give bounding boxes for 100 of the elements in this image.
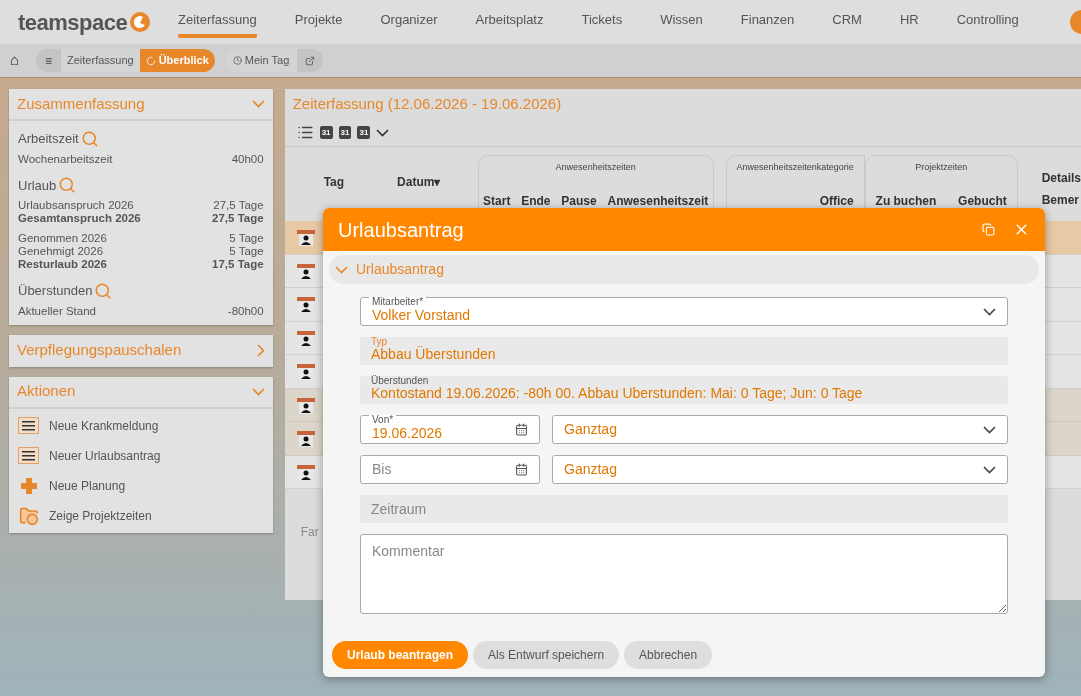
comment-field[interactable]: Kommentar xyxy=(360,534,1008,614)
action-item[interactable]: Neue Krankmeldung xyxy=(9,410,273,441)
select-field[interactable]: Ganztag xyxy=(552,455,1008,484)
logo-text: teamspace xyxy=(18,8,128,37)
chevron-down-icon[interactable] xyxy=(983,465,996,474)
column-header[interactable]: Anwesenheitszeit xyxy=(607,191,709,210)
group-title: Projektzeiten xyxy=(914,161,969,174)
summary-label: Urlaubsanspruch 2026 xyxy=(18,199,134,212)
column-header[interactable]: Office xyxy=(819,191,854,210)
calendar-person-icon xyxy=(296,261,315,280)
search-icon[interactable] xyxy=(58,176,77,195)
field-value: Abbau Überstunden xyxy=(371,346,496,362)
summary-value: 5 Tage xyxy=(229,232,264,245)
action-label[interactable]: Zeige Projektzeiten xyxy=(49,506,152,525)
chevron-down-icon[interactable] xyxy=(983,425,996,434)
summary-value: -80h00 xyxy=(227,304,264,318)
nav-tab[interactable]: HR xyxy=(899,6,919,38)
calendar-person-icon xyxy=(296,362,315,381)
summary-value: 27,5 Tage xyxy=(213,199,264,212)
field-value: Kontostand 19.06.2026: -80h 00. Abbau Uberstunden: Mai: 0 Tage; Jun: 0 Tage xyxy=(371,385,863,401)
calendar-view-button[interactable]: 31 xyxy=(319,126,333,139)
action-item[interactable]: Neue Planung xyxy=(9,470,273,501)
summary-value: 17,5 Tage xyxy=(212,258,264,271)
restore-icon[interactable] xyxy=(982,223,995,236)
calendar-person-icon xyxy=(296,228,315,247)
group-title: Urlaub xyxy=(18,176,57,195)
column-header[interactable]: Start xyxy=(483,191,511,210)
group-title: Anwesenheitszeiten xyxy=(554,161,637,174)
chevron-down-icon[interactable] xyxy=(983,307,996,316)
field-label: Überstunden xyxy=(371,376,429,386)
search-icon[interactable] xyxy=(94,281,113,300)
calendar-person-icon xyxy=(296,328,315,347)
logo-icon xyxy=(130,12,151,32)
date-placeholder: Bis xyxy=(372,460,393,479)
column-header[interactable]: Ende xyxy=(521,191,551,210)
group-title: Überstunden xyxy=(18,282,93,300)
my-day-button[interactable]: Mein Tag xyxy=(224,49,298,72)
column-header[interactable]: Tag xyxy=(323,173,345,191)
select-value: Volker Vorstand xyxy=(372,306,471,323)
calendar-view-button[interactable]: 31 xyxy=(338,126,352,139)
summary-label: Resturlaub 2026 xyxy=(18,258,107,271)
group-title: Arbeitszeit xyxy=(18,130,79,148)
column-header[interactable]: Bemer xyxy=(1041,191,1081,209)
list-view-icon[interactable] xyxy=(296,124,314,141)
select-field[interactable]: Ganztag xyxy=(552,415,1008,444)
form-icon xyxy=(18,447,39,464)
summary-label: Genehmigt 2026 xyxy=(18,245,104,258)
form-icon xyxy=(18,417,39,434)
column-header[interactable]: Datum▾ xyxy=(397,173,441,191)
summary-value: 5 Tage xyxy=(229,245,264,258)
nav-tab[interactable]: Organizer xyxy=(380,6,438,38)
home-button[interactable]: ⌂ xyxy=(10,49,26,72)
chevron-down-icon[interactable] xyxy=(376,128,390,137)
select-field[interactable]: Mitarbeiter* Volker Vorstand xyxy=(360,297,1008,326)
summary-label: Aktueller Stand xyxy=(18,304,96,318)
dialog-title: Urlaubsantrag xyxy=(338,217,464,243)
menu-button[interactable]: ≡ xyxy=(36,51,61,70)
search-icon[interactable] xyxy=(80,129,99,148)
nav-tab[interactable]: Controlling xyxy=(956,6,1019,38)
chevron-right-icon[interactable] xyxy=(256,344,265,357)
nav-tab[interactable]: Wissen xyxy=(660,6,703,38)
calendar-icon[interactable] xyxy=(515,423,528,436)
action-item[interactable]: Zeige Projektzeiten xyxy=(9,500,273,531)
nav-tab[interactable]: CRM xyxy=(832,6,862,38)
dialog-button[interactable]: Als Entwurf speichern xyxy=(473,641,620,669)
column-header[interactable]: Gebucht xyxy=(958,191,1007,210)
summary-value: 40h00 xyxy=(231,152,264,166)
action-item[interactable]: Neuer Urlaubsantrag xyxy=(9,440,273,471)
summary-value: 27,5 Tage xyxy=(212,212,264,225)
action-label[interactable]: Neuer Urlaubsantrag xyxy=(49,446,161,465)
external-link-icon xyxy=(305,55,316,66)
calendar-person-icon xyxy=(296,429,315,448)
column-header[interactable]: Details xyxy=(1041,169,1081,187)
view-tab[interactable]: Zeiterfassung xyxy=(61,49,140,72)
action-label[interactable]: Neue Planung xyxy=(49,476,126,495)
refresh-icon xyxy=(145,55,156,66)
dialog-button[interactable]: Abbrechen xyxy=(624,641,713,669)
date-value: 19.06.2026 xyxy=(372,424,443,441)
nav-tab[interactable]: Tickets xyxy=(581,6,623,38)
field-label: Mitarbeiter* xyxy=(369,297,427,307)
period-field[interactable]: Zeitraum xyxy=(360,495,1008,523)
nav-tab[interactable]: Projekte xyxy=(294,6,343,38)
nav-tab[interactable]: Zeiterfassung xyxy=(178,6,257,38)
date-field[interactable]: Von* 19.06.2026 xyxy=(360,415,540,444)
summary-label: Wochenarbeitszeit xyxy=(18,152,113,166)
nav-tab[interactable]: Finanzen xyxy=(740,6,795,38)
date-field[interactable]: Bis xyxy=(360,455,540,484)
calendar-icon[interactable] xyxy=(515,463,528,476)
action-label[interactable]: Neue Krankmeldung xyxy=(49,416,159,435)
nav-tab[interactable]: Arbeitsplatz xyxy=(475,6,544,38)
calendar-view-button[interactable]: 31 xyxy=(357,126,371,139)
folder-clock-icon xyxy=(18,505,39,526)
column-header[interactable]: Zu buchen xyxy=(875,191,937,210)
column-header[interactable]: Pause xyxy=(561,191,597,210)
field-label: Typ xyxy=(371,337,388,347)
footer-text: Far xyxy=(300,525,319,539)
select-value: Ganztag xyxy=(564,420,618,439)
field-label: Von* xyxy=(369,415,397,425)
clock-icon xyxy=(232,56,242,65)
calendar-person-icon xyxy=(296,462,315,481)
